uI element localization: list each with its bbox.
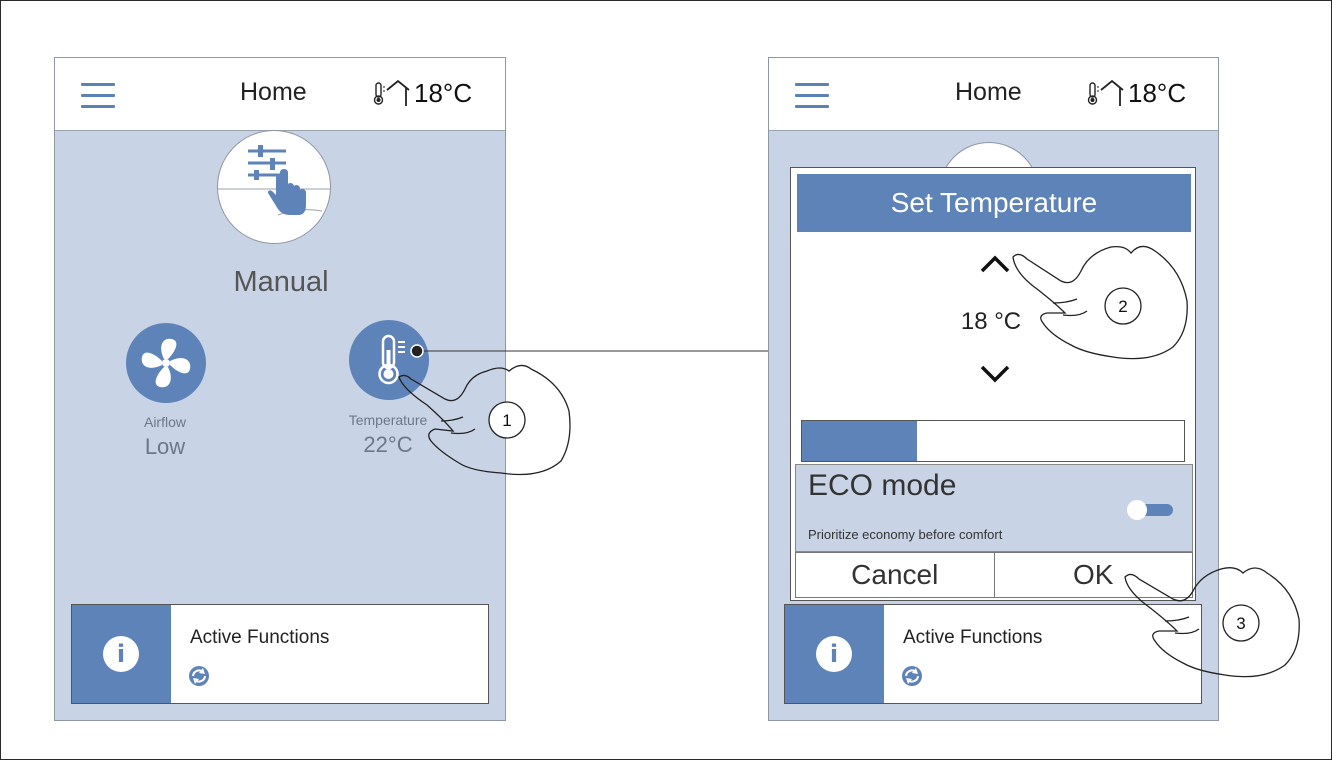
- eco-mode-toggle[interactable]: [1127, 500, 1173, 520]
- page-title: Home: [955, 78, 1022, 106]
- manual-page: Home 18°C Manual Airflow Low Temperature…: [0, 0, 1332, 760]
- indoor-temperature-indicator: 18°C: [1085, 78, 1186, 108]
- manual-control-hand-icon: [218, 145, 330, 216]
- home-screen-left: Home 18°C Manual Airflow Low Temperature…: [54, 57, 506, 721]
- temperature-button[interactable]: [349, 320, 429, 400]
- set-temperature-value: 18 °C: [960, 308, 1022, 335]
- chevron-down-icon[interactable]: [979, 364, 1011, 389]
- temperature-level-bar[interactable]: [801, 420, 1185, 462]
- eco-mode-title: ECO mode: [808, 469, 957, 502]
- eco-mode-description: Prioritize economy before comfort: [808, 527, 1003, 542]
- cancel-button[interactable]: Cancel: [795, 552, 995, 598]
- hamburger-menu-icon[interactable]: [795, 83, 829, 109]
- indoor-temperature-value: 18°C: [414, 77, 473, 108]
- temperature-value: 22°C: [363, 432, 413, 457]
- indoor-temperature-indicator: 18°C: [371, 78, 472, 108]
- indoor-temperature-value: 18°C: [1128, 77, 1187, 108]
- temperature-caption: Temperature: [348, 412, 428, 428]
- active-functions-title: Active Functions: [903, 627, 1043, 648]
- active-functions-card[interactable]: i Active Functions: [71, 604, 489, 704]
- info-icon: i: [103, 636, 139, 672]
- info-badge: i: [785, 605, 884, 703]
- thermometer-house-icon: [1087, 79, 1124, 106]
- eco-mode-panel: ECO mode Prioritize economy before comfo…: [795, 464, 1193, 552]
- step-3-number: 3: [1236, 614, 1245, 633]
- refresh-cycle-icon: [901, 665, 923, 692]
- top-bar: Home 18°C: [55, 58, 505, 131]
- manual-mode-button[interactable]: [217, 130, 331, 244]
- airflow-button[interactable]: [126, 323, 206, 403]
- info-icon: i: [816, 636, 852, 672]
- step-3-badge: [1222, 604, 1260, 642]
- dialog-buttons: Cancel OK: [795, 552, 1193, 598]
- top-bar: Home 18°C: [769, 58, 1218, 131]
- set-temperature-dialog: Set Temperature 18 °C ECO mode Prioritiz…: [790, 167, 1196, 601]
- ok-button[interactable]: OK: [994, 552, 1193, 598]
- toggle-knob: [1127, 500, 1147, 520]
- refresh-cycle-icon: [188, 665, 210, 692]
- mode-label: Manual: [233, 266, 329, 298]
- airflow-value: Low: [144, 434, 186, 459]
- hamburger-menu-icon[interactable]: [81, 83, 115, 109]
- active-functions-title: Active Functions: [190, 627, 330, 648]
- info-badge: i: [72, 605, 171, 703]
- dialog-title: Set Temperature: [797, 174, 1191, 232]
- page-title: Home: [240, 78, 307, 106]
- active-functions-card[interactable]: i Active Functions: [784, 604, 1202, 704]
- airflow-caption: Airflow: [143, 414, 186, 430]
- thermometer-house-icon: [373, 79, 410, 106]
- chevron-up-icon[interactable]: [979, 254, 1011, 279]
- temperature-level-fill: [802, 421, 917, 461]
- thermometer-icon: [378, 334, 405, 385]
- fan-icon: [141, 338, 191, 388]
